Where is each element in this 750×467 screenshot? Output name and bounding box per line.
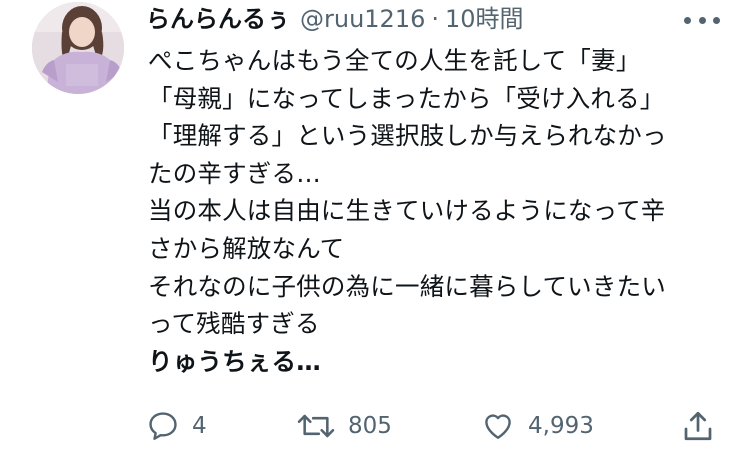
tweet-line-bold: りゅうちぇる… (148, 346, 321, 376)
tweet-card: らんらんるぅ @ruu1216 · 10時間 ぺこちゃんはもう全ての人生を託して… (0, 0, 750, 467)
tweet-actions: 4 805 4,993 (0, 404, 750, 448)
tweet-line: たの辛すぎる… (148, 158, 321, 188)
tweet-line: ぺこちゃんはもう全ての人生を託して「妻」 (148, 46, 641, 75)
reply-count: 4 (192, 413, 207, 439)
more-dots-icon (713, 16, 720, 24)
tweet-line: さから解放なんて (148, 233, 345, 263)
share-upload-icon (684, 411, 712, 441)
timestamp[interactable]: 10時間 (445, 4, 524, 34)
reply-bubble-icon (149, 412, 177, 440)
avatar[interactable] (32, 2, 124, 94)
retweet-count: 805 (348, 413, 392, 439)
tweet-text: ぺこちゃんはもう全ての人生を託して「妻」 「母親」になってしまったから「受け入れ… (148, 42, 738, 380)
tweet-line: って残酷すぎる (148, 309, 320, 339)
like-button[interactable]: 4,993 (480, 404, 594, 448)
retweet-icon (297, 414, 335, 438)
more-dots-icon (684, 16, 691, 24)
tweet-header: らんらんるぅ @ruu1216 · 10時間 (146, 4, 524, 34)
reply-button[interactable]: 4 (146, 404, 207, 448)
more-dots-icon (698, 16, 706, 24)
like-count: 4,993 (528, 413, 594, 439)
tweet-line: 当の本人は自由に生きていけるようになって辛 (148, 196, 666, 226)
heart-icon (485, 414, 511, 439)
display-name[interactable]: らんらんるぅ (146, 4, 290, 34)
tweet-line: それなのに子供の為に一緒に暮らしていきたい (148, 271, 666, 301)
tweet-line: 「理解する」という選択肢しか与えられなかっ (148, 121, 667, 151)
retweet-button[interactable]: 805 (296, 404, 392, 448)
share-button[interactable] (680, 404, 716, 448)
more-options-button[interactable] (684, 8, 720, 32)
user-handle[interactable]: @ruu1216 (300, 4, 425, 34)
avatar-photo (32, 2, 124, 94)
separator-dot: · (431, 5, 440, 33)
tweet-line: 「母親」になってしまったから「受け入れる」 (148, 83, 665, 113)
